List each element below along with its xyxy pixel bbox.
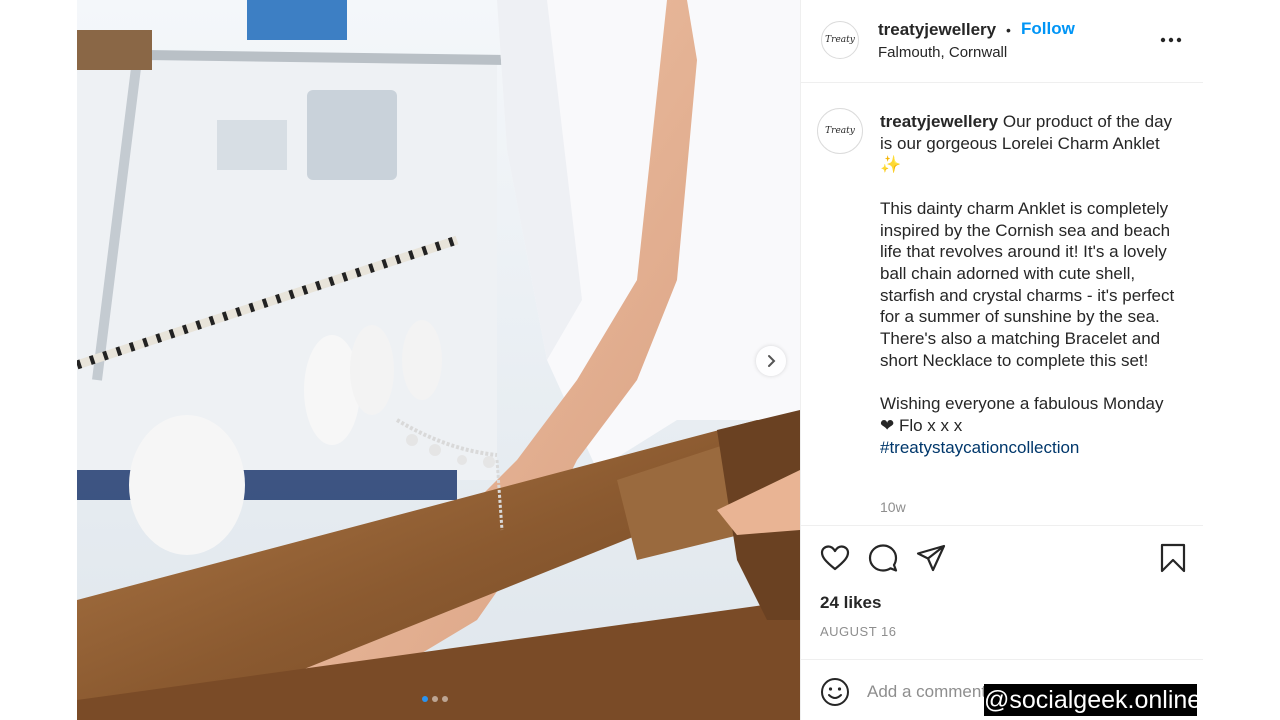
caption-username[interactable]: treatyjewellery	[880, 112, 998, 131]
caption-para2: This dainty charm Anklet is completely i…	[880, 198, 1175, 327]
caption-blank-line	[880, 176, 1186, 198]
watermark-label: @socialgeek.online	[984, 684, 1202, 716]
bookmark-icon[interactable]	[1157, 542, 1189, 574]
comment-icon[interactable]	[867, 542, 899, 574]
carousel-indicator	[422, 696, 448, 702]
post-photo[interactable]	[77, 0, 800, 720]
follow-button[interactable]: Follow	[1021, 19, 1075, 39]
caption-para5: ❤ Flo x x x	[880, 415, 963, 435]
more-horizontal-icon[interactable]	[1159, 30, 1183, 50]
caption-time-ago: 10w	[880, 499, 906, 515]
caption-first-paragraph: treatyjewellery Our product of the day i…	[880, 111, 1186, 154]
caption-section: Treaty treatyjewellery Our product of th…	[801, 83, 1203, 526]
carousel-dot	[442, 696, 448, 702]
dot-separator: •	[1006, 22, 1011, 38]
likes-count[interactable]: 24 likes	[820, 593, 881, 613]
action-bar	[801, 527, 1203, 587]
photo-illustration	[77, 0, 800, 720]
smiley-icon[interactable]	[819, 676, 851, 708]
caption-para3: There's also a matching Bracelet and sho…	[880, 329, 1161, 370]
post-location[interactable]: Falmouth, Cornwall	[878, 44, 1007, 61]
share-icon[interactable]	[915, 542, 947, 574]
instagram-post-modal: Treaty treatyjewellery • Follow Falmouth…	[0, 0, 1280, 720]
carousel-dot	[432, 696, 438, 702]
post-date: AUGUST 16	[820, 624, 897, 639]
caption-para4: Wishing everyone a fabulous Monday	[880, 394, 1164, 414]
caption-blank-line	[880, 371, 1186, 393]
caption-hashtag-link[interactable]: #treatystaycationcollection	[880, 437, 1186, 459]
post-side-panel: Treaty treatyjewellery • Follow Falmouth…	[800, 0, 1203, 720]
chevron-right-icon	[768, 355, 776, 367]
avatar-logo-text: Treaty	[825, 126, 855, 136]
caption-emoji: ✨	[880, 155, 902, 175]
next-slide-button[interactable]	[756, 346, 786, 376]
carousel-dot	[422, 696, 428, 702]
post-caption: treatyjewellery Our product of the day i…	[880, 111, 1186, 515]
post-header: Treaty treatyjewellery • Follow Falmouth…	[801, 0, 1203, 83]
post-username[interactable]: treatyjewellery	[878, 20, 996, 40]
avatar[interactable]: Treaty	[821, 21, 859, 59]
avatar-logo-text: Treaty	[825, 35, 855, 45]
avatar[interactable]: Treaty	[817, 108, 863, 154]
heart-icon[interactable]	[819, 542, 851, 574]
